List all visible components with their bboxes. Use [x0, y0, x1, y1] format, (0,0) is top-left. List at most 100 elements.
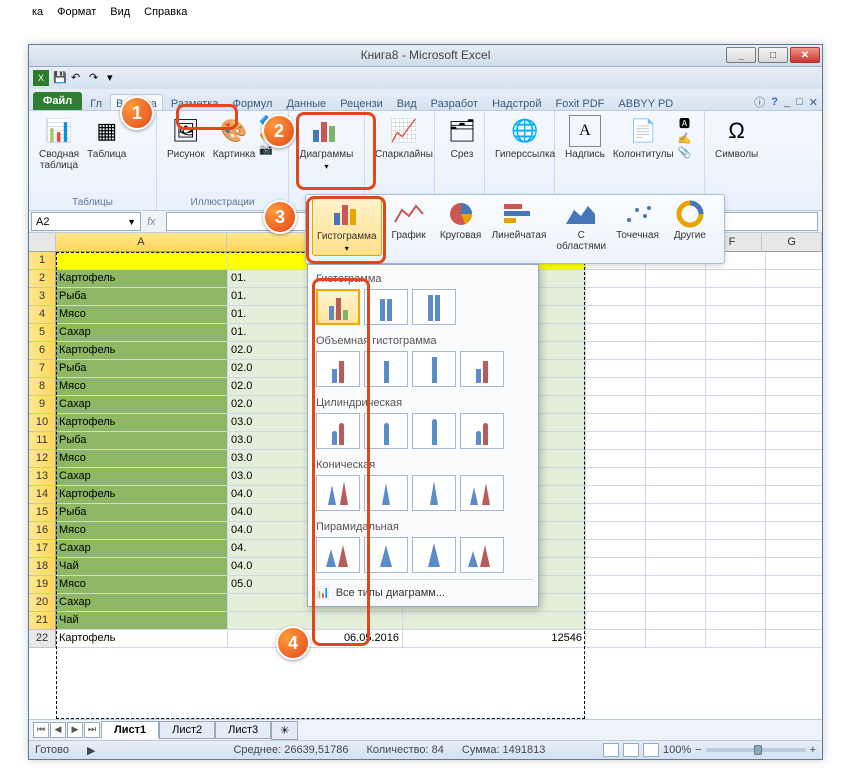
header-footer-button[interactable]: 📄Колонтитулы [609, 113, 678, 162]
row-header[interactable]: 3 [29, 288, 56, 306]
zoom-slider[interactable] [706, 748, 806, 752]
row-header[interactable]: 5 [29, 324, 56, 342]
pyr-3[interactable] [412, 537, 456, 573]
tab-foxit[interactable]: Foxit PDF [550, 94, 611, 110]
cell[interactable] [766, 576, 822, 594]
qat-dropdown-icon[interactable]: ▾ [107, 71, 121, 85]
cell[interactable] [766, 468, 822, 486]
chart-type-bar[interactable]: Линейчатая [488, 198, 551, 243]
hist-clustered[interactable] [316, 289, 360, 325]
cell[interactable] [646, 432, 706, 450]
row-header[interactable]: 2 [29, 270, 56, 288]
hist3d-clustered[interactable] [316, 351, 360, 387]
sheet-tab-1[interactable]: Лист1 [101, 721, 159, 739]
hist-stacked[interactable] [364, 289, 408, 325]
view-break-icon[interactable] [643, 743, 659, 757]
macro-icon[interactable]: ▶ [87, 744, 95, 757]
slicer-button[interactable]: 🗂Срез [441, 113, 483, 162]
name-box[interactable]: A2▼ [31, 212, 141, 231]
inner-close-icon[interactable]: ✕ [809, 96, 818, 109]
cell[interactable] [646, 378, 706, 396]
cell[interactable] [766, 630, 822, 648]
cyl-4[interactable] [460, 413, 504, 449]
row-header[interactable]: 1 [29, 252, 56, 270]
cell[interactable] [706, 594, 766, 612]
sheet-tab-3[interactable]: Лист3 [215, 721, 271, 739]
menu-item[interactable]: ка [32, 6, 43, 18]
cell[interactable] [586, 468, 646, 486]
cell[interactable] [586, 342, 646, 360]
cell[interactable]: 12546 [403, 630, 586, 648]
cell[interactable] [766, 558, 822, 576]
cell[interactable] [586, 396, 646, 414]
row-header[interactable]: 17 [29, 540, 56, 558]
menu-item[interactable]: Справка [144, 6, 187, 18]
cell[interactable] [586, 450, 646, 468]
tab-abbyy[interactable]: ABBYY PD [612, 94, 679, 110]
cell[interactable] [646, 324, 706, 342]
cell[interactable]: Сахар [56, 468, 228, 486]
cell[interactable] [586, 432, 646, 450]
cell[interactable] [766, 540, 822, 558]
sheet-nav-last[interactable]: ⏭ [84, 722, 100, 738]
row-header[interactable]: 4 [29, 306, 56, 324]
row-header[interactable]: 22 [29, 630, 56, 648]
tab-review[interactable]: Рецензи [334, 94, 389, 110]
picture-button[interactable]: 🖼Рисунок [163, 113, 209, 162]
cell[interactable] [586, 378, 646, 396]
cell[interactable] [646, 450, 706, 468]
help-icon[interactable]: ? [771, 96, 778, 108]
cell[interactable]: Мясо [56, 450, 228, 468]
row-header[interactable]: 8 [29, 378, 56, 396]
cell[interactable] [706, 486, 766, 504]
row-header[interactable]: 15 [29, 504, 56, 522]
cell[interactable]: Мясо [56, 522, 228, 540]
cell[interactable] [586, 594, 646, 612]
namebox-dropdown-icon[interactable]: ▼ [127, 217, 136, 227]
object-icon[interactable]: 📎 [678, 146, 692, 159]
row-header[interactable]: 7 [29, 360, 56, 378]
cell[interactable] [706, 432, 766, 450]
maximize-button[interactable]: □ [758, 47, 788, 63]
cell[interactable] [766, 432, 822, 450]
cell[interactable] [586, 558, 646, 576]
chart-type-other[interactable]: Другие [665, 198, 715, 243]
cell[interactable] [646, 468, 706, 486]
cell[interactable]: Сахар [56, 324, 228, 342]
cell[interactable] [766, 414, 822, 432]
row-header[interactable]: 9 [29, 396, 56, 414]
zoom-out-icon[interactable]: − [695, 744, 701, 756]
clipart-button[interactable]: 🎨Картинка [209, 113, 260, 162]
hist-100stacked[interactable] [412, 289, 456, 325]
row-header[interactable]: 12 [29, 450, 56, 468]
cell[interactable] [646, 342, 706, 360]
row-header[interactable]: 21 [29, 612, 56, 630]
cell[interactable] [706, 288, 766, 306]
cell[interactable]: Чай [56, 558, 228, 576]
cell[interactable] [586, 360, 646, 378]
cell[interactable] [706, 324, 766, 342]
cell[interactable] [766, 612, 822, 630]
cell[interactable]: Сахар [56, 594, 228, 612]
undo-icon[interactable]: ↶ [71, 71, 85, 85]
cell[interactable] [766, 450, 822, 468]
cell[interactable] [706, 270, 766, 288]
cone-1[interactable] [316, 475, 360, 511]
cell[interactable]: Мясо [56, 378, 228, 396]
cell[interactable] [646, 396, 706, 414]
cell[interactable] [646, 576, 706, 594]
cell[interactable]: Картофель [56, 486, 228, 504]
hist3d-100[interactable] [412, 351, 456, 387]
cell[interactable] [646, 360, 706, 378]
row-header[interactable]: 18 [29, 558, 56, 576]
cell[interactable]: Рыба [56, 504, 228, 522]
zoom-level[interactable]: 100% [663, 744, 691, 756]
pyr-4[interactable] [460, 537, 504, 573]
cell[interactable] [706, 576, 766, 594]
cell[interactable] [706, 630, 766, 648]
hist3d-3d[interactable] [460, 351, 504, 387]
cell[interactable] [646, 270, 706, 288]
sheet-nav-prev[interactable]: ◀ [50, 722, 66, 738]
cyl-1[interactable] [316, 413, 360, 449]
cell[interactable] [706, 342, 766, 360]
